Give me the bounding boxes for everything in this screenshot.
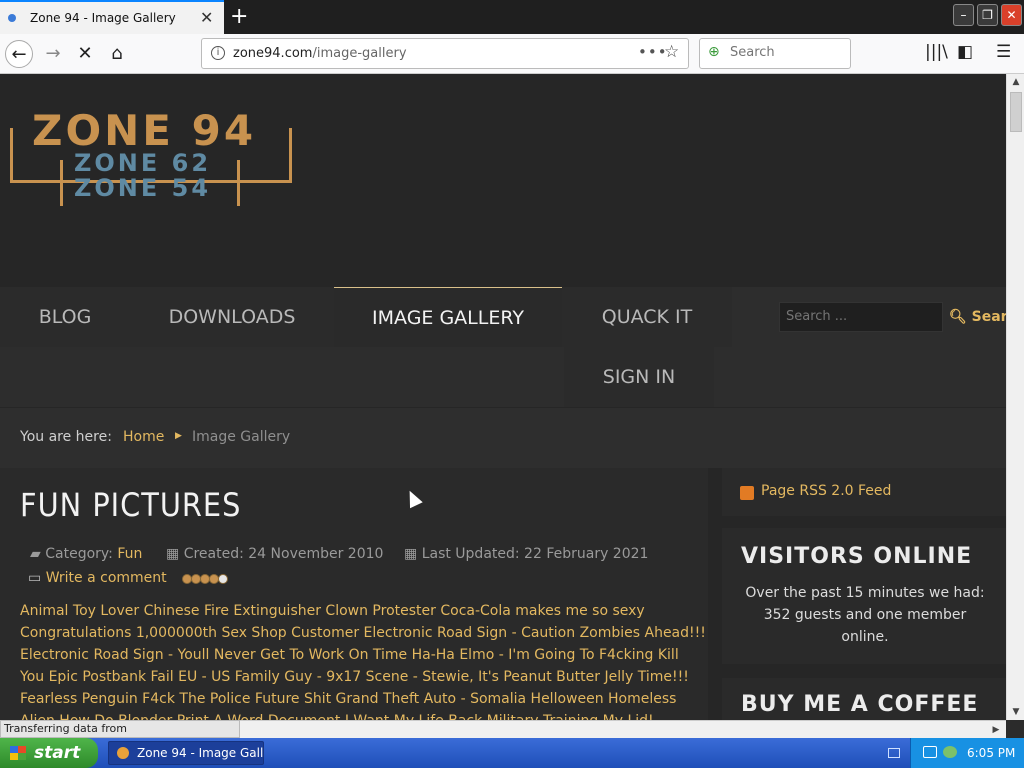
menu-item-image-gallery[interactable]: IMAGE GALLERY [334, 287, 562, 347]
logo-line-2: ZONE 62 [74, 149, 212, 177]
visitors-title: VISITORS ONLINE [741, 544, 973, 569]
article-line[interactable]: Animal Toy Lover Chinese Fire Extinguish… [20, 600, 695, 622]
visitors-module: VISITORS ONLINE Over the past 15 minutes… [722, 528, 1006, 664]
restore-button[interactable]: ❐ [977, 4, 998, 26]
system-tray: 6:05 PM [910, 738, 1024, 768]
breadcrumb: You are here: Home ▶ Image Gallery [0, 408, 1006, 468]
scroll-thumb[interactable] [1010, 92, 1022, 132]
rss-module: Page RSS 2.0 Feed [722, 468, 1006, 516]
calendar-icon: ▦ [404, 546, 418, 562]
bookmark-star-icon[interactable]: ☆ [664, 42, 679, 62]
stop-button[interactable]: ✕ [71, 40, 99, 68]
status-bar: Transferring data from www.paypalobjects… [0, 720, 240, 751]
back-button[interactable]: ← [5, 40, 33, 68]
start-label: start [34, 743, 81, 763]
article-line[interactable]: You Epic Postbank Fail EU - US Family Gu… [20, 666, 695, 688]
site-search-input[interactable] [786, 309, 936, 324]
url-text: zone94.com/image-gallery [233, 46, 407, 61]
coffee-title: BUY ME A COFFEE [741, 692, 979, 717]
web-page: ZONE 94 ZONE 62 ZONE 54 BLOG DOWNLOADS I… [0, 74, 1006, 720]
clock: 6:05 PM [967, 746, 1016, 760]
comment-icon: ▭ [28, 570, 42, 586]
article: FUN PICTURES ▰ Category: Fun ▦ Created: … [0, 468, 708, 720]
search-icon: ⊕ [708, 44, 720, 60]
minimize-button[interactable]: – [953, 4, 974, 26]
vertical-scrollbar[interactable]: ▲ ▼ [1006, 74, 1024, 720]
created-date: Created: 24 November 2010 [183, 546, 384, 562]
breadcrumb-home-link[interactable]: Home [123, 429, 164, 445]
write-comment-link[interactable]: ▭ Write a comment [28, 570, 167, 586]
security-icon[interactable] [943, 746, 957, 758]
category-label: Category: [45, 546, 113, 562]
menu-item-downloads[interactable]: DOWNLOADS [130, 287, 334, 347]
calendar-icon: ▦ [166, 546, 180, 562]
tab-title: Zone 94 - Image Gallery [30, 11, 176, 25]
tab-bar: Zone 94 - Image Gallery ✕ + – ❐ ✕ [0, 0, 1024, 34]
magnifier-icon: 🔍︎ [949, 309, 967, 325]
menu-item-quack-it[interactable]: QUACK IT [562, 287, 732, 347]
breadcrumb-label: You are here: [20, 429, 112, 445]
menu-item-blog[interactable]: BLOG [0, 287, 130, 347]
rating-star-icon[interactable] [218, 574, 228, 584]
sidebar-icon[interactable]: ◧ [957, 42, 973, 62]
info-icon[interactable]: i [211, 46, 225, 60]
article-line[interactable]: Electronic Road Sign - Youll Never Get T… [20, 644, 695, 666]
forward-button[interactable]: → [39, 40, 67, 68]
site-search-button-label: Search [971, 309, 1006, 325]
horizontal-scrollbar[interactable]: ▶ [240, 720, 1006, 738]
task-label: Zone 94 - Image Gall... [137, 746, 264, 760]
logo-line-3: ZONE 54 [74, 174, 212, 202]
scroll-up-icon[interactable]: ▲ [1007, 74, 1024, 90]
url-domain: zone94.com [233, 46, 313, 61]
library-icon[interactable]: |||\ [925, 42, 948, 62]
taskbar-task-firefox[interactable]: Zone 94 - Image Gall... [108, 741, 264, 765]
logo-line-1: ZONE 94 [32, 106, 257, 155]
navigation-toolbar: ← → ✕ ⌂ i zone94.com/image-gallery ••• ☆… [0, 34, 1024, 74]
address-bar[interactable]: i zone94.com/image-gallery ••• ☆ [201, 38, 689, 69]
rss-icon [740, 486, 754, 500]
breadcrumb-separator-icon: ▶ [175, 431, 182, 441]
visitors-text: Over the past 15 minutes we had: 352 gue… [745, 585, 985, 645]
home-button[interactable]: ⌂ [103, 40, 131, 68]
keyboard-icon[interactable] [888, 748, 900, 758]
site-logo[interactable]: ZONE 94 ZONE 62 ZONE 54 [10, 106, 292, 206]
article-line[interactable]: Congratulations 1,000000th Sex Shop Cust… [20, 622, 706, 644]
browser-search-input[interactable] [730, 45, 840, 60]
rss-link[interactable]: Page RSS 2.0 Feed [761, 483, 891, 499]
favicon-icon [8, 14, 16, 22]
coffee-module: BUY ME A COFFEE [722, 678, 1006, 720]
main-menu: BLOG DOWNLOADS IMAGE GALLERY QUACK IT SI… [0, 287, 1006, 407]
site-search-button[interactable]: 🔍︎ Search [943, 302, 1006, 332]
category-link[interactable]: Fun [117, 546, 142, 562]
article-line[interactable]: Fearless Penguin F4ck The Police Future … [20, 688, 695, 710]
article-line[interactable]: Alien How Do Blonder Print A Word Docume… [20, 710, 695, 720]
write-comment-label: Write a comment [45, 570, 167, 586]
article-title: FUN PICTURES [20, 486, 242, 524]
site-search-box[interactable] [779, 302, 943, 332]
menu-icon[interactable]: ☰ [996, 42, 1011, 62]
browser-search-box[interactable]: ⊕ [699, 38, 851, 69]
article-category: ▰ Category: Fun [30, 546, 142, 562]
url-path: /image-gallery [312, 46, 407, 61]
windows-logo-icon [10, 746, 26, 760]
start-button[interactable]: start [0, 738, 98, 768]
close-window-button[interactable]: ✕ [1001, 4, 1022, 26]
new-tab-button[interactable]: + [230, 4, 248, 29]
network-icon[interactable] [923, 746, 937, 758]
menu-item-sign-in[interactable]: SIGN IN [564, 347, 714, 407]
article-created: ▦ Created: 24 November 2010 [166, 546, 383, 562]
browser-tab[interactable]: Zone 94 - Image Gallery ✕ [0, 0, 224, 34]
article-updated: ▦ Last Updated: 22 February 2021 [404, 546, 648, 562]
firefox-icon [117, 747, 129, 759]
folder-icon: ▰ [30, 546, 41, 562]
close-tab-icon[interactable]: ✕ [200, 8, 213, 27]
breadcrumb-current: Image Gallery [192, 429, 291, 445]
scroll-right-icon[interactable]: ▶ [987, 721, 1005, 739]
taskbar: start Zone 94 - Image Gall... 6:05 PM [0, 738, 1024, 768]
article-body: Animal Toy Lover Chinese Fire Extinguish… [20, 600, 706, 720]
updated-date: Last Updated: 22 February 2021 [421, 546, 649, 562]
scroll-down-icon[interactable]: ▼ [1007, 704, 1024, 720]
